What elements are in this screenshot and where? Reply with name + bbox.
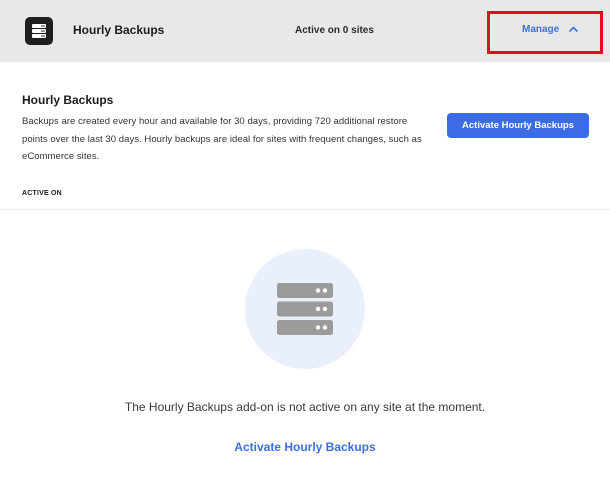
chevron-up-icon (569, 24, 579, 35)
active-on-heading: ACTIVE ON (22, 190, 62, 197)
activate-hourly-backups-button[interactable]: Activate Hourly Backups (447, 113, 589, 138)
addon-title: Hourly Backups (73, 23, 165, 37)
empty-state-illustration (245, 249, 365, 369)
manage-label: Manage (522, 24, 560, 35)
addon-header: Hourly Backups Active on 0 sites Manage (0, 0, 610, 62)
addon-info-panel: Hourly Backups Backups are created every… (0, 62, 610, 210)
active-sites-status: Active on 0 sites (295, 25, 374, 36)
info-title: Hourly Backups (22, 93, 114, 107)
server-icon (277, 283, 333, 335)
activate-hourly-backups-link[interactable]: Activate Hourly Backups (0, 440, 610, 454)
manage-button[interactable]: Manage (522, 24, 579, 35)
empty-state-message: The Hourly Backups add-on is not active … (124, 400, 486, 414)
info-description: Backups are created every hour and avail… (22, 116, 422, 162)
server-icon (25, 17, 53, 45)
